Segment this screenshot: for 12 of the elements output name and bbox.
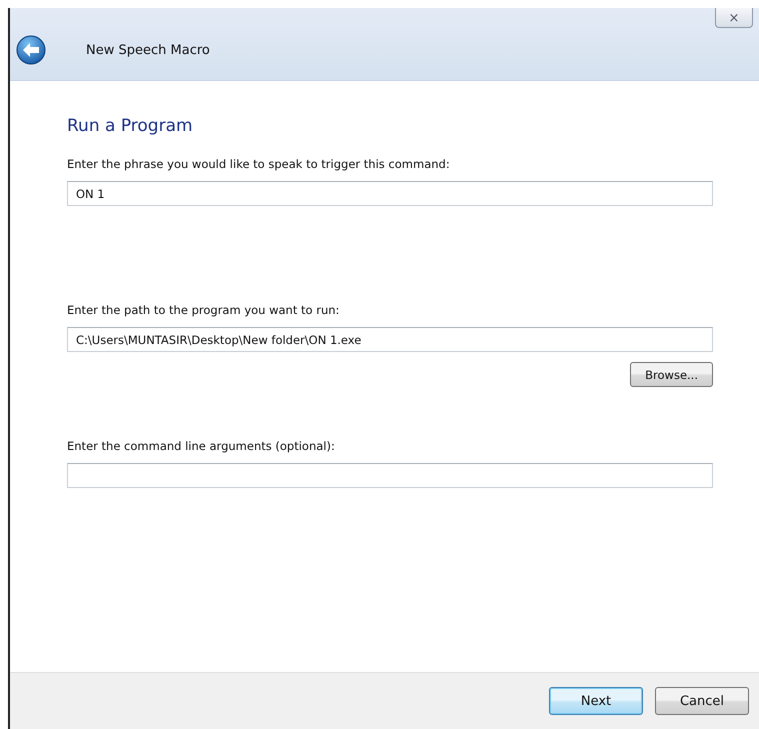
window-title: New Speech Macro — [86, 42, 210, 58]
input-field[interactable]: ON 1 — [67, 181, 713, 206]
next-button[interactable]: Next — [549, 687, 643, 715]
field-label: Enter the phrase you would like to speak to trigger this command: — [67, 157, 451, 171]
cancel-button[interactable]: Cancel — [655, 687, 749, 715]
input-field[interactable] — [67, 463, 713, 488]
browse-button[interactable]: Browse... — [630, 362, 713, 387]
field-label: Enter the path to the program you want to run: — [67, 303, 340, 317]
close-button[interactable]: ⨯ — [715, 8, 753, 28]
field-label: Enter the command line arguments (optional): — [67, 439, 336, 453]
page-heading: Run a Program — [67, 116, 194, 136]
input-field[interactable]: C:\Users\MUNTASIR\Desktop\New folder\ON 1.exe — [67, 327, 713, 352]
